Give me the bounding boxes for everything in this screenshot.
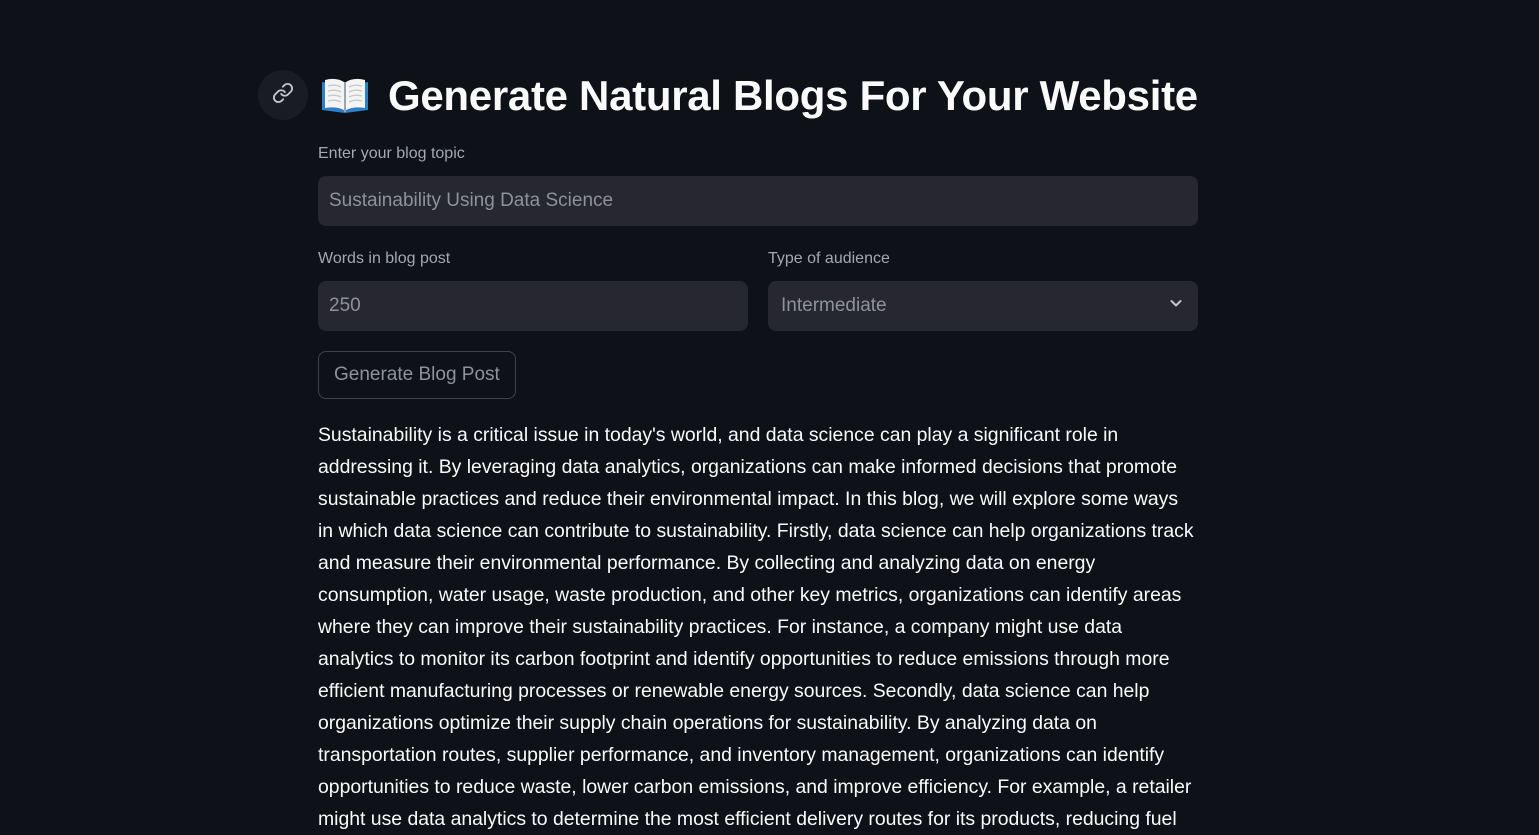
generated-blog-text: Sustainability is a critical issue in to… [318,424,1194,830]
page-header: Generate Natural Blogs For Your Website [318,68,1198,124]
generate-blog-post-button[interactable]: Generate Blog Post [318,351,516,399]
app-page: Generate Natural Blogs For Your Website … [0,0,1539,835]
words-input[interactable]: 250 [318,281,748,331]
words-label: Words in blog post [318,250,451,267]
words-input-value: 250 [329,295,361,316]
open-book-icon [318,76,372,116]
topic-input[interactable]: Sustainability Using Data Science [318,176,1198,226]
audience-select[interactable]: Intermediate [768,281,1198,331]
header-anchor-link[interactable] [258,70,308,120]
page-title: Generate Natural Blogs For Your Website [388,72,1198,119]
topic-input-value: Sustainability Using Data Science [329,190,614,211]
link-icon [272,82,294,109]
audience-label: Type of audience [768,250,890,267]
topic-label: Enter your blog topic [318,145,465,162]
chevron-down-icon [1168,295,1184,317]
audience-selected-value: Intermediate [781,295,887,316]
